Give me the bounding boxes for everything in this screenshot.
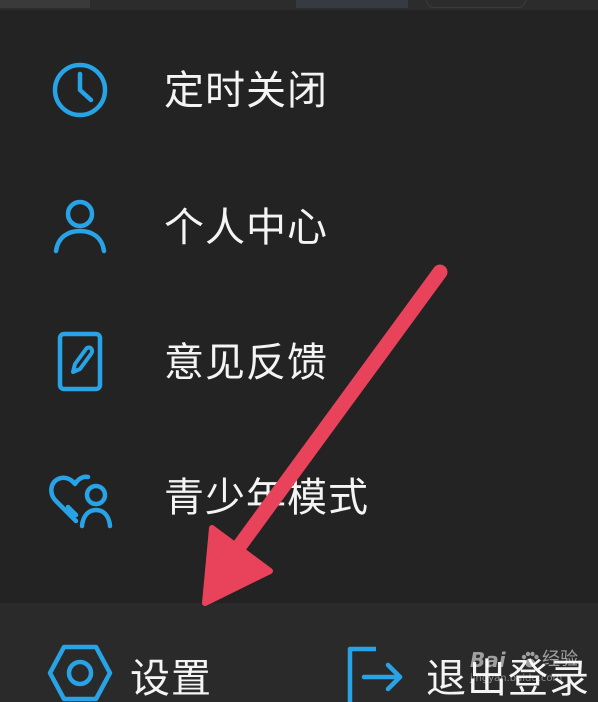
watermark-jingyan: 经验 xyxy=(542,649,578,670)
baidu-paw-icon xyxy=(521,651,539,668)
menu-item-label: 个人中心 xyxy=(164,205,328,251)
menu-item-teen-mode[interactable]: 青少年模式 xyxy=(0,440,598,550)
menu-item-feedback[interactable]: 意见反馈 xyxy=(0,305,598,415)
watermark-url: jingyan.baidu.com xyxy=(470,673,563,684)
top-tab-left xyxy=(0,0,90,8)
clock-icon xyxy=(52,62,108,118)
menu-item-label: 意见反馈 xyxy=(164,340,328,386)
menu-item-label: 青少年模式 xyxy=(164,475,369,521)
hexagon-settings-icon xyxy=(47,644,113,702)
menu-item-label: 定时关闭 xyxy=(164,68,328,114)
top-tab-right xyxy=(426,0,526,8)
watermark-brand: Bai xyxy=(470,648,506,672)
top-tab-middle xyxy=(296,0,408,8)
baidu-jingyan-watermark: Bai 经验 jingyan.baidu.com xyxy=(470,648,590,698)
settings-button[interactable]: 设置 xyxy=(46,639,246,702)
menu-item-personal-center[interactable]: 个人中心 xyxy=(0,170,598,280)
heart-user-icon xyxy=(49,474,113,529)
feedback-edit-icon xyxy=(57,331,103,392)
settings-label: 设置 xyxy=(130,656,212,702)
user-icon xyxy=(53,199,107,254)
top-strip xyxy=(0,0,598,10)
menu-item-timer-close[interactable]: 定时关闭 xyxy=(0,33,598,143)
logout-arrow-icon xyxy=(347,646,403,702)
